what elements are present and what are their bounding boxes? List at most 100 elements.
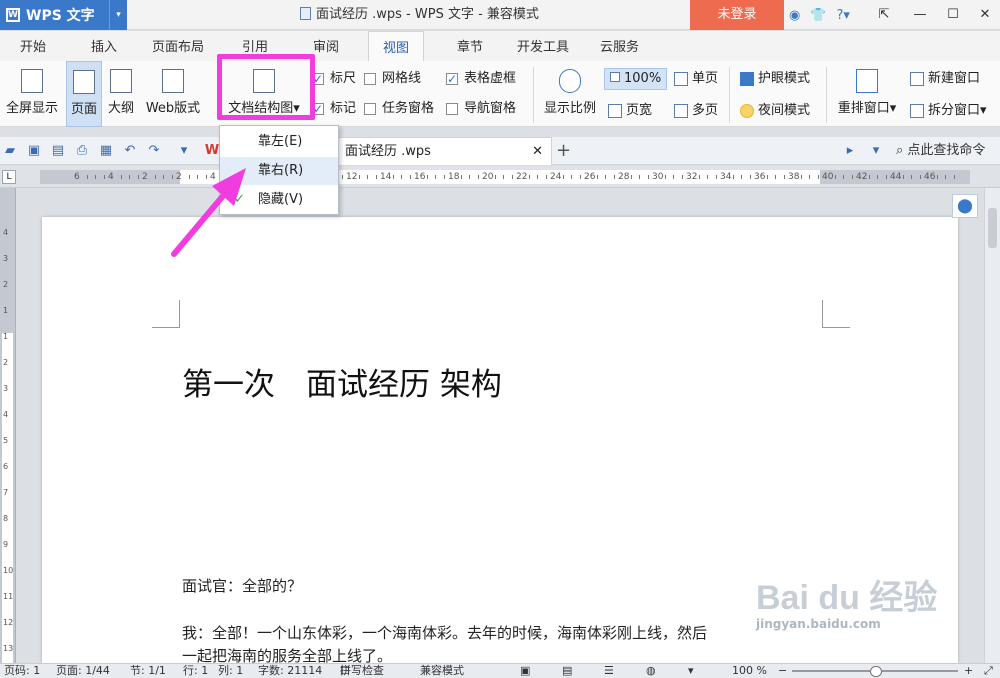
document-heading[interactable]: 第一次 面试经历 架构 bbox=[182, 359, 502, 404]
document-tab[interactable]: 面试经历 .wps ✕ bbox=[338, 137, 552, 165]
print-icon[interactable]: ⎙ bbox=[74, 143, 90, 159]
status-pages[interactable]: 页面: 1/44 bbox=[56, 664, 110, 678]
comment-icon[interactable]: ▾ bbox=[868, 143, 884, 159]
new-window-button[interactable]: 新建窗口 bbox=[910, 69, 980, 89]
zoom-out-icon[interactable]: − bbox=[778, 664, 787, 678]
page-width-button[interactable]: 页宽 bbox=[608, 101, 652, 121]
vertical-scrollbar[interactable] bbox=[984, 188, 1000, 663]
login-button[interactable]: 未登录 bbox=[690, 0, 784, 30]
ruler-tick bbox=[953, 175, 955, 179]
split-window-button[interactable]: 拆分窗口 ▾ bbox=[910, 101, 987, 121]
page-view-status-icon[interactable]: ▤ bbox=[562, 664, 572, 678]
ruler-tick bbox=[95, 175, 96, 179]
document-paragraph[interactable]: 我：全部！一个山东体彩，一个海南体彩。去年的时候，海南体彩刚上线，然后 bbox=[182, 622, 707, 643]
tab-chapter[interactable]: 章节 bbox=[457, 31, 483, 61]
ruler-number: 40 bbox=[822, 172, 834, 182]
status-word-count[interactable]: 字数: 21114 bbox=[258, 664, 322, 678]
export-pdf-icon[interactable]: ▤ bbox=[50, 143, 66, 159]
single-page-button[interactable]: 单页 bbox=[674, 69, 718, 89]
tab-start[interactable]: 开始 bbox=[20, 31, 46, 61]
document-paragraph[interactable]: 面试官：全部的？ bbox=[182, 575, 302, 596]
restore-ribbon-icon[interactable]: ⇱ bbox=[867, 0, 901, 30]
new-tab-plus-icon[interactable]: + bbox=[556, 137, 571, 165]
ruler-number: 6 bbox=[74, 172, 80, 182]
status-col: 列: 1 bbox=[218, 664, 244, 677]
annotation-highlight-box bbox=[217, 54, 315, 120]
save-icon[interactable]: ▣ bbox=[26, 143, 42, 159]
redo-icon[interactable]: ↷ bbox=[146, 143, 162, 159]
checkbox-checked-icon bbox=[446, 69, 458, 89]
tab-review[interactable]: 审阅 bbox=[313, 31, 339, 61]
gridlines-toggle[interactable]: 网格线 bbox=[364, 69, 421, 89]
ruler-tick bbox=[613, 175, 615, 179]
outline-view-button[interactable]: 大纲 bbox=[104, 61, 138, 127]
arrange-windows-button[interactable]: 重排窗口▾ bbox=[832, 61, 902, 127]
maximize-button[interactable]: ☐ bbox=[936, 0, 970, 30]
magnifier-icon bbox=[559, 69, 581, 93]
command-search[interactable]: ⌕ 点此查找命令 bbox=[896, 137, 985, 165]
minimize-button[interactable]: — bbox=[903, 0, 937, 30]
print-preview-icon[interactable]: ▦ bbox=[98, 143, 114, 159]
tab-page-layout[interactable]: 页面布局 bbox=[152, 31, 204, 61]
ruler-number: 26 bbox=[584, 172, 596, 182]
ruler-number: 36 bbox=[754, 172, 766, 182]
web-view-status-icon[interactable]: ◍ bbox=[646, 664, 656, 678]
cloud-sync-icon[interactable]: ▸ bbox=[842, 143, 858, 159]
vertical-ruler-number: 6 bbox=[3, 462, 9, 471]
checkbox-icon bbox=[364, 73, 376, 85]
vertical-ruler-number: 8 bbox=[3, 514, 9, 523]
fullscreen-button[interactable]: 全屏显示 bbox=[2, 61, 62, 127]
nav-pane-toggle[interactable]: 导航窗格 bbox=[446, 99, 516, 119]
customize-dropdown-icon[interactable]: ▾ bbox=[176, 143, 192, 159]
ruler-tick bbox=[528, 175, 530, 179]
ruler-tick bbox=[783, 175, 785, 179]
close-tab-icon[interactable]: ✕ bbox=[532, 138, 543, 166]
ruler-tick bbox=[834, 175, 836, 179]
eye-care-status-icon[interactable]: ▾ bbox=[688, 664, 694, 678]
marks-toggle[interactable]: 标记 bbox=[312, 99, 356, 119]
undo-icon[interactable]: ↶ bbox=[122, 143, 138, 159]
zoom-100-button[interactable]: 100% bbox=[604, 68, 668, 90]
skin-icon[interactable]: 👕 bbox=[810, 8, 826, 23]
ruler-tick bbox=[460, 175, 462, 179]
night-mode-button[interactable]: 夜间模式 bbox=[740, 101, 810, 121]
tab-stop-selector[interactable]: L bbox=[2, 170, 16, 184]
fit-window-icon[interactable]: ⤢ bbox=[984, 664, 993, 678]
tab-developer[interactable]: 开发工具 bbox=[517, 31, 569, 61]
zoom-slider-knob[interactable] bbox=[870, 666, 882, 677]
eye-care-button[interactable]: 护眼模式 bbox=[740, 69, 810, 89]
tab-insert[interactable]: 插入 bbox=[91, 31, 117, 61]
fullscreen-status-icon[interactable]: ▣ bbox=[520, 664, 530, 678]
ruler-tick bbox=[749, 175, 751, 179]
chevron-down-icon[interactable]: ▾ bbox=[109, 0, 127, 30]
table-dashes-toggle[interactable]: 表格虚框 bbox=[446, 69, 516, 89]
menu-item-align-left[interactable]: 靠左(E) bbox=[220, 128, 338, 156]
page-view-button[interactable]: 页面 bbox=[66, 61, 102, 127]
location-pin-icon[interactable]: ⬤ bbox=[952, 194, 978, 218]
multi-page-icon bbox=[674, 104, 688, 118]
scrollbar-thumb[interactable] bbox=[988, 208, 997, 248]
outline-view-status-icon[interactable]: ☰ bbox=[604, 664, 614, 678]
open-folder-icon[interactable]: ▰ bbox=[2, 143, 18, 159]
web-view-button[interactable]: Web版式 bbox=[142, 61, 204, 127]
task-pane-toggle[interactable]: 任务窗格 bbox=[364, 99, 434, 119]
vertical-ruler-number: 1 bbox=[3, 332, 9, 341]
help-icon[interactable]: ?▾ bbox=[837, 8, 850, 23]
wps-tab-icon[interactable]: W bbox=[204, 143, 220, 159]
ruler-toggle[interactable]: 标尺 bbox=[312, 69, 356, 89]
vertical-ruler[interactable]: 4 3 2 1 1 2 3 4 5 6 7 8 9 10 11 12 13 bbox=[0, 188, 16, 663]
app-center-icon[interactable]: ◉ bbox=[789, 8, 800, 23]
zoom-button[interactable]: 显示比例 bbox=[540, 61, 600, 127]
close-button[interactable]: ✕ bbox=[968, 0, 1000, 30]
status-page-code[interactable]: 页码: 1 bbox=[4, 664, 40, 678]
vertical-ruler-number: 4 bbox=[3, 410, 9, 419]
zoom-in-icon[interactable]: + bbox=[964, 664, 973, 678]
tab-view[interactable]: 视图 bbox=[368, 31, 425, 61]
zoom-percent[interactable]: 100 % bbox=[732, 664, 767, 678]
wps-app-menu-button[interactable]: W WPS 文字 ▾ bbox=[0, 0, 127, 30]
multi-page-button[interactable]: 多页 bbox=[674, 101, 718, 121]
ruler-tick bbox=[571, 175, 572, 179]
ruler-number: 20 bbox=[482, 172, 494, 182]
ruler-tick bbox=[163, 175, 164, 179]
tab-cloud[interactable]: 云服务 bbox=[600, 31, 639, 61]
